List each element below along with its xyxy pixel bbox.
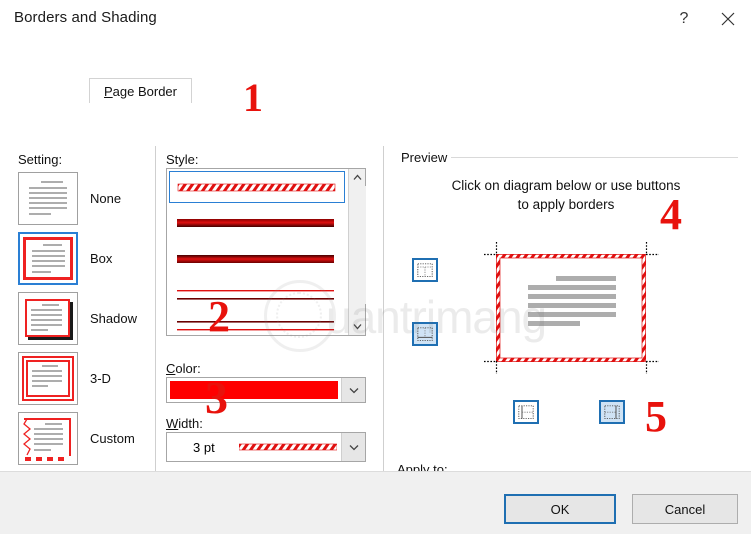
width-label-rest: idth: xyxy=(178,416,203,431)
chevron-down-icon[interactable] xyxy=(349,318,366,335)
setting-label-shadow: Shadow xyxy=(90,311,137,326)
chevron-down-icon[interactable] xyxy=(341,433,365,461)
color-dropdown[interactable] xyxy=(166,377,366,403)
preview-page[interactable] xyxy=(496,254,646,362)
margin-mark-bottom-right xyxy=(645,360,659,374)
setting-label-none: None xyxy=(90,191,121,206)
setting-item-custom[interactable]: Custom xyxy=(18,412,154,469)
style-listbox[interactable] xyxy=(166,168,366,336)
dialog-title: Borders and Shading xyxy=(14,9,157,26)
style-swatch-thick-1 xyxy=(169,207,345,239)
setting-thumb-shadow xyxy=(18,292,78,345)
style-option-hatched[interactable] xyxy=(169,171,345,203)
width-value: 3 pt xyxy=(167,433,341,461)
color-value xyxy=(167,378,341,402)
margin-mark-bottom-left xyxy=(484,360,498,374)
setting-thumb-box xyxy=(18,232,78,285)
style-group-label: Style: xyxy=(166,152,199,167)
cancel-button[interactable]: Cancel xyxy=(632,494,738,524)
setting-label-custom: Custom xyxy=(90,431,135,446)
preview-caption-line2: to apply borders xyxy=(396,195,736,214)
style-swatch-thick-2 xyxy=(169,243,345,275)
width-dropdown[interactable]: 3 pt xyxy=(166,432,366,462)
tab-page-border[interactable]: Page Border xyxy=(89,78,192,103)
bottom-border-toggle[interactable] xyxy=(412,322,438,346)
borders-and-shading-dialog: Borders and Shading ? Borders Page Borde… xyxy=(0,0,751,533)
annotation-4: 4 xyxy=(660,193,682,237)
setting-item-box[interactable]: Box xyxy=(18,232,154,289)
tab-strip: Borders Page Border Shading xyxy=(0,38,751,64)
setting-item-3d[interactable]: 3-D xyxy=(18,352,154,409)
help-icon[interactable]: ? xyxy=(662,0,706,38)
style-swatch-double-2 xyxy=(169,315,345,335)
setting-thumb-3d xyxy=(18,352,78,405)
setting-thumb-custom xyxy=(18,412,78,465)
setting-item-none[interactable]: None xyxy=(18,172,154,229)
color-swatch xyxy=(170,381,338,399)
style-option-thick-gradient-2[interactable] xyxy=(169,243,345,275)
chevron-up-icon[interactable] xyxy=(349,169,366,186)
preview-group-rule xyxy=(448,157,738,158)
setting-thumb-none xyxy=(18,172,78,225)
color-label: Color: xyxy=(166,361,201,376)
right-border-icon xyxy=(604,405,620,419)
style-option-double-thin-1[interactable] xyxy=(169,279,345,311)
setting-group-label: Setting: xyxy=(18,152,62,167)
preview-group-label: Preview xyxy=(397,150,451,165)
width-value-text: 3 pt xyxy=(193,440,215,455)
width-preview-swatch xyxy=(239,443,337,451)
left-border-toggle[interactable] xyxy=(513,400,539,424)
top-border-toggle[interactable] xyxy=(412,258,438,282)
margin-mark-top-left xyxy=(484,242,498,256)
left-border-icon xyxy=(518,405,534,419)
style-scrollbar-thumb[interactable] xyxy=(349,186,366,304)
annotation-5: 5 xyxy=(645,395,667,439)
width-label-mnemonic: W xyxy=(166,416,178,431)
preview-page-text xyxy=(508,276,632,336)
annotation-1: 1 xyxy=(243,78,263,118)
color-label-mnemonic: C xyxy=(166,361,175,376)
preview-caption-line1: Click on diagram below or use buttons xyxy=(396,176,736,195)
annotation-3: 3 xyxy=(205,375,228,421)
margin-mark-top-right xyxy=(645,242,659,256)
style-swatch-hatched xyxy=(170,172,346,204)
style-option-double-thin-2[interactable] xyxy=(169,315,345,335)
color-label-rest: olor: xyxy=(175,361,200,376)
style-option-list xyxy=(167,169,349,335)
bottom-border-icon xyxy=(417,327,433,341)
setting-item-shadow[interactable]: Shadow xyxy=(18,292,154,349)
width-label: Width: xyxy=(166,416,203,431)
tab-page-border-mnemonic: P xyxy=(104,84,113,99)
ok-button[interactable]: OK xyxy=(504,494,616,524)
tab-page-border-label: age Border xyxy=(113,84,177,99)
setting-label-3d: 3-D xyxy=(90,371,111,386)
title-bar: Borders and Shading ? xyxy=(0,0,751,38)
right-border-toggle[interactable] xyxy=(599,400,625,424)
close-icon[interactable] xyxy=(706,0,750,38)
annotation-2: 2 xyxy=(208,295,230,339)
top-border-icon xyxy=(417,263,433,277)
style-swatch-double-1 xyxy=(169,279,345,311)
chevron-down-icon[interactable] xyxy=(341,378,365,402)
setting-label-box: Box xyxy=(90,251,112,266)
style-option-thick-gradient-1[interactable] xyxy=(169,207,345,239)
style-scrollbar[interactable] xyxy=(348,169,365,335)
page-border-panel: Setting: None xyxy=(0,64,751,470)
